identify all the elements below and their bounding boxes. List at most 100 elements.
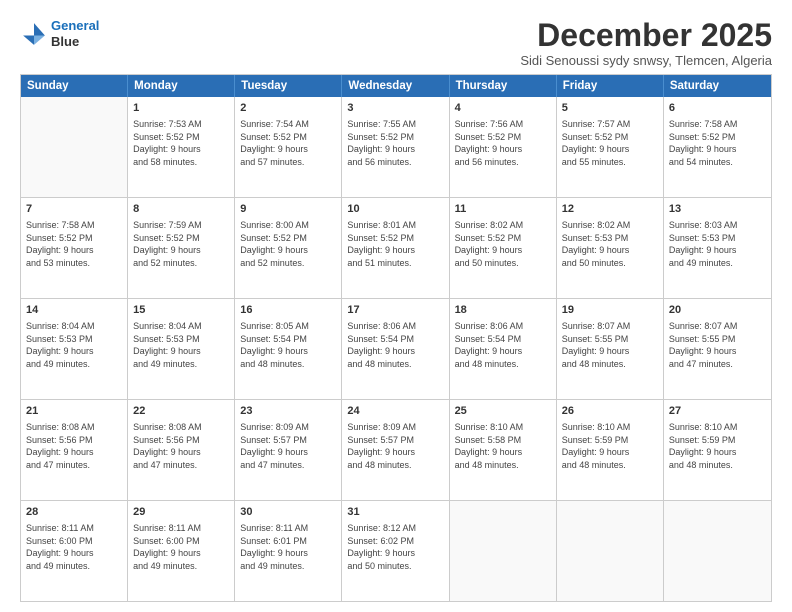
header-cell-thursday: Thursday bbox=[450, 75, 557, 97]
cal-cell: 18 Sunrise: 8:06 AMSunset: 5:54 PMDayligh… bbox=[450, 299, 557, 399]
logo: General Blue bbox=[20, 18, 99, 49]
week-row-4: 21 Sunrise: 8:08 AMSunset: 5:56 PMDayligh… bbox=[21, 400, 771, 501]
cal-cell: 22Sunrise: 8:08 AMSunset: 5:56 PMDayligh… bbox=[128, 400, 235, 500]
day-number: 3 bbox=[347, 101, 443, 116]
calendar-header: SundayMondayTuesdayWednesdayThursdayFrid… bbox=[21, 75, 771, 97]
day-info: Sunrise: 8:02 AMSunset: 5:52 PMDaylight:… bbox=[455, 219, 551, 269]
day-info: Sunrise: 8:11 AMSunset: 6:00 PMDaylight:… bbox=[26, 522, 122, 572]
week-row-3: 14 Sunrise: 8:04 AMSunset: 5:53 PMDayligh… bbox=[21, 299, 771, 400]
day-number: 7 bbox=[26, 202, 122, 217]
day-info: Sunrise: 8:01 AMSunset: 5:52 PMDaylight:… bbox=[347, 219, 443, 269]
logo-text: General Blue bbox=[51, 18, 99, 49]
cal-cell: 6 Sunrise: 7:58 AMSunset: 5:52 PMDaylight… bbox=[664, 97, 771, 197]
day-info: Sunrise: 8:06 AMSunset: 5:54 PMDaylight:… bbox=[347, 320, 443, 370]
week-row-2: 7 Sunrise: 7:58 AMSunset: 5:52 PMDaylight… bbox=[21, 198, 771, 299]
day-number: 29 bbox=[133, 505, 229, 520]
cal-cell: 1 Sunrise: 7:53 AMSunset: 5:52 PMDaylight… bbox=[128, 97, 235, 197]
day-info: Sunrise: 8:06 AMSunset: 5:54 PMDaylight:… bbox=[455, 320, 551, 370]
cal-cell: 15 Sunrise: 8:04 AMSunset: 5:53 PMDayligh… bbox=[128, 299, 235, 399]
day-info: Sunrise: 8:10 AMSunset: 5:58 PMDaylight:… bbox=[455, 421, 551, 471]
cal-cell: 27 Sunrise: 8:10 AMSunset: 5:59 PMDayligh… bbox=[664, 400, 771, 500]
cal-cell: 10Sunrise: 8:01 AMSunset: 5:52 PMDayligh… bbox=[342, 198, 449, 298]
cal-cell: 11 Sunrise: 8:02 AMSunset: 5:52 PMDayligh… bbox=[450, 198, 557, 298]
day-info: Sunrise: 8:08 AMSunset: 5:56 PMDaylight:… bbox=[26, 421, 122, 471]
cal-cell bbox=[557, 501, 664, 601]
header: General Blue December 2025 Sidi Senoussi… bbox=[20, 18, 772, 68]
day-number: 26 bbox=[562, 404, 658, 419]
day-info: Sunrise: 8:02 AMSunset: 5:53 PMDaylight:… bbox=[562, 219, 658, 269]
day-number: 27 bbox=[669, 404, 766, 419]
day-number: 13 bbox=[669, 202, 766, 217]
day-info: Sunrise: 8:07 AMSunset: 5:55 PMDaylight:… bbox=[669, 320, 766, 370]
day-number: 24 bbox=[347, 404, 443, 419]
day-info: Sunrise: 7:53 AMSunset: 5:52 PMDaylight:… bbox=[133, 118, 229, 168]
day-info: Sunrise: 8:00 AMSunset: 5:52 PMDaylight:… bbox=[240, 219, 336, 269]
subtitle: Sidi Senoussi sydy snwsy, Tlemcen, Alger… bbox=[520, 53, 772, 68]
cal-cell: 21 Sunrise: 8:08 AMSunset: 5:56 PMDayligh… bbox=[21, 400, 128, 500]
week-row-1: 1 Sunrise: 7:53 AMSunset: 5:52 PMDaylight… bbox=[21, 97, 771, 198]
header-cell-monday: Monday bbox=[128, 75, 235, 97]
day-number: 18 bbox=[455, 303, 551, 318]
header-cell-tuesday: Tuesday bbox=[235, 75, 342, 97]
cal-cell: 24 Sunrise: 8:09 AMSunset: 5:57 PMDayligh… bbox=[342, 400, 449, 500]
day-info: Sunrise: 7:56 AMSunset: 5:52 PMDaylight:… bbox=[455, 118, 551, 168]
day-info: Sunrise: 8:10 AMSunset: 5:59 PMDaylight:… bbox=[669, 421, 766, 471]
day-number: 16 bbox=[240, 303, 336, 318]
day-number: 15 bbox=[133, 303, 229, 318]
day-number: 9 bbox=[240, 202, 336, 217]
cal-cell: 7 Sunrise: 7:58 AMSunset: 5:52 PMDaylight… bbox=[21, 198, 128, 298]
day-number: 4 bbox=[455, 101, 551, 116]
day-info: Sunrise: 8:04 AMSunset: 5:53 PMDaylight:… bbox=[133, 320, 229, 370]
cal-cell: 12 Sunrise: 8:02 AMSunset: 5:53 PMDayligh… bbox=[557, 198, 664, 298]
cal-cell: 2 Sunrise: 7:54 AMSunset: 5:52 PMDaylight… bbox=[235, 97, 342, 197]
header-cell-saturday: Saturday bbox=[664, 75, 771, 97]
day-number: 25 bbox=[455, 404, 551, 419]
day-number: 2 bbox=[240, 101, 336, 116]
cal-cell: 14 Sunrise: 8:04 AMSunset: 5:53 PMDayligh… bbox=[21, 299, 128, 399]
day-number: 23 bbox=[240, 404, 336, 419]
day-info: Sunrise: 8:11 AMSunset: 6:01 PMDaylight:… bbox=[240, 522, 336, 572]
day-number: 1 bbox=[133, 101, 229, 116]
day-number: 6 bbox=[669, 101, 766, 116]
cal-cell: 17 Sunrise: 8:06 AMSunset: 5:54 PMDayligh… bbox=[342, 299, 449, 399]
day-info: Sunrise: 8:03 AMSunset: 5:53 PMDaylight:… bbox=[669, 219, 766, 269]
day-info: Sunrise: 7:57 AMSunset: 5:52 PMDaylight:… bbox=[562, 118, 658, 168]
day-number: 31 bbox=[347, 505, 443, 520]
day-info: Sunrise: 8:11 AMSunset: 6:00 PMDaylight:… bbox=[133, 522, 229, 572]
cal-cell bbox=[664, 501, 771, 601]
day-number: 30 bbox=[240, 505, 336, 520]
day-number: 11 bbox=[455, 202, 551, 217]
day-info: Sunrise: 8:04 AMSunset: 5:53 PMDaylight:… bbox=[26, 320, 122, 370]
day-number: 17 bbox=[347, 303, 443, 318]
day-info: Sunrise: 8:10 AMSunset: 5:59 PMDaylight:… bbox=[562, 421, 658, 471]
day-info: Sunrise: 7:54 AMSunset: 5:52 PMDaylight:… bbox=[240, 118, 336, 168]
day-info: Sunrise: 8:09 AMSunset: 5:57 PMDaylight:… bbox=[240, 421, 336, 471]
day-number: 22 bbox=[133, 404, 229, 419]
cal-cell bbox=[21, 97, 128, 197]
cal-cell: 9 Sunrise: 8:00 AMSunset: 5:52 PMDaylight… bbox=[235, 198, 342, 298]
week-row-5: 28Sunrise: 8:11 AMSunset: 6:00 PMDayligh… bbox=[21, 501, 771, 601]
header-cell-friday: Friday bbox=[557, 75, 664, 97]
calendar-body: 1 Sunrise: 7:53 AMSunset: 5:52 PMDaylight… bbox=[21, 97, 771, 601]
cal-cell bbox=[450, 501, 557, 601]
cal-cell: 19Sunrise: 8:07 AMSunset: 5:55 PMDayligh… bbox=[557, 299, 664, 399]
cal-cell: 29 Sunrise: 8:11 AMSunset: 6:00 PMDayligh… bbox=[128, 501, 235, 601]
day-info: Sunrise: 7:58 AMSunset: 5:52 PMDaylight:… bbox=[669, 118, 766, 168]
day-number: 8 bbox=[133, 202, 229, 217]
day-number: 20 bbox=[669, 303, 766, 318]
month-title: December 2025 bbox=[520, 18, 772, 53]
day-info: Sunrise: 8:05 AMSunset: 5:54 PMDaylight:… bbox=[240, 320, 336, 370]
day-number: 21 bbox=[26, 404, 122, 419]
day-info: Sunrise: 8:09 AMSunset: 5:57 PMDaylight:… bbox=[347, 421, 443, 471]
cal-cell: 26 Sunrise: 8:10 AMSunset: 5:59 PMDayligh… bbox=[557, 400, 664, 500]
cal-cell: 13 Sunrise: 8:03 AMSunset: 5:53 PMDayligh… bbox=[664, 198, 771, 298]
calendar: SundayMondayTuesdayWednesdayThursdayFrid… bbox=[20, 74, 772, 602]
cal-cell: 30 Sunrise: 8:11 AMSunset: 6:01 PMDayligh… bbox=[235, 501, 342, 601]
cal-cell: 31 Sunrise: 8:12 AMSunset: 6:02 PMDayligh… bbox=[342, 501, 449, 601]
day-number: 12 bbox=[562, 202, 658, 217]
day-info: Sunrise: 8:12 AMSunset: 6:02 PMDaylight:… bbox=[347, 522, 443, 572]
day-info: Sunrise: 7:55 AMSunset: 5:52 PMDaylight:… bbox=[347, 118, 443, 168]
cal-cell: 3 Sunrise: 7:55 AMSunset: 5:52 PMDaylight… bbox=[342, 97, 449, 197]
day-info: Sunrise: 7:58 AMSunset: 5:52 PMDaylight:… bbox=[26, 219, 122, 269]
day-number: 14 bbox=[26, 303, 122, 318]
